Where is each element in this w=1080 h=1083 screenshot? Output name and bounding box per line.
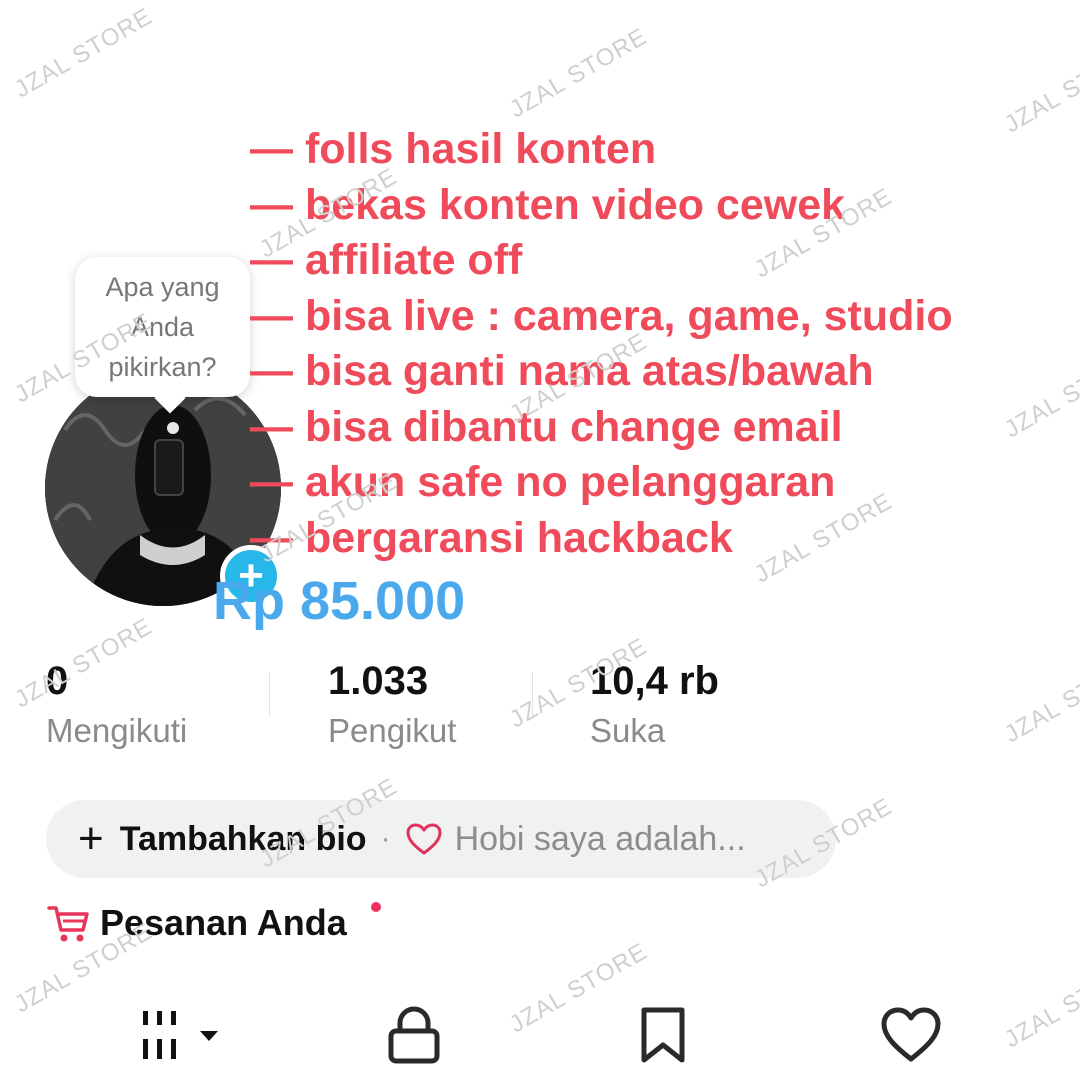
thought-bubble-text: Apa yang Anda pikirkan? xyxy=(105,272,220,382)
feature-item: — folls hasil konten xyxy=(250,125,657,173)
your-orders-label: Pesanan Anda xyxy=(100,902,347,943)
watermark: JZAL STORE xyxy=(1000,952,1080,1054)
stat-followers-value: 1.033 xyxy=(328,659,429,703)
tab-saved[interactable] xyxy=(638,1005,688,1065)
notification-dot xyxy=(371,902,381,912)
profile-screen: JZAL STORE JZAL STORE JZAL STORE JZAL ST… xyxy=(0,0,1080,1083)
stat-likes-value: 10,4 rb xyxy=(590,659,719,703)
watermark: JZAL STORE xyxy=(505,22,652,124)
feature-item: — bisa live : camera, game, studio xyxy=(250,291,953,340)
add-bio-button[interactable]: Tambahkan bio xyxy=(120,820,367,859)
stat-likes[interactable]: 10,4 rb Suka xyxy=(590,655,719,753)
feature-item: — bisa ganti nama atas/bawah xyxy=(250,347,874,395)
watermark: JZAL STORE xyxy=(1000,647,1080,749)
tab-private[interactable] xyxy=(386,1005,442,1065)
stat-divider xyxy=(269,672,270,716)
stat-likes-label: Suka xyxy=(590,712,666,749)
heart-icon xyxy=(406,823,442,855)
feature-item: — akun safe no pelanggaran xyxy=(250,458,836,506)
bio-separator: · xyxy=(380,822,391,855)
cart-icon xyxy=(47,906,89,942)
stat-following-value: 0 xyxy=(46,659,69,703)
stat-following[interactable]: 0 Mengikuti xyxy=(46,655,187,753)
your-orders-link[interactable]: Pesanan Anda xyxy=(46,900,381,946)
bio-bar[interactable]: + Tambahkan bio · Hobi saya adalah... xyxy=(46,800,836,878)
feature-item: — bergaransi hackback xyxy=(250,513,733,562)
feature-item: — affiliate off xyxy=(250,236,523,284)
tab-videos[interactable] xyxy=(140,1005,220,1065)
price-label: Rp 85.000 xyxy=(213,571,466,631)
bookmark-icon xyxy=(641,1007,685,1063)
watermark: JZAL STORE xyxy=(1000,342,1080,444)
stat-followers-label: Pengikut xyxy=(328,712,457,749)
watermark: JZAL STORE xyxy=(505,937,652,1039)
heart-icon xyxy=(881,1007,941,1062)
feature-list: — folls hasil konten — bekas konten vide… xyxy=(250,122,953,566)
stat-followers[interactable]: 1.033 Pengikut xyxy=(328,655,456,753)
watermark: JZAL STORE xyxy=(1000,37,1080,139)
hobby-hint[interactable]: Hobi saya adalah... xyxy=(455,820,746,859)
grid-icon xyxy=(143,1011,218,1059)
lock-icon xyxy=(388,1006,440,1064)
tab-liked[interactable] xyxy=(880,1005,942,1065)
stat-divider xyxy=(532,672,533,716)
feature-item: — bisa dibantu change email xyxy=(250,402,843,451)
chevron-down-icon xyxy=(200,1031,218,1041)
watermark: JZAL STORE xyxy=(10,2,157,104)
plus-icon: + xyxy=(78,814,104,863)
stat-following-label: Mengikuti xyxy=(46,712,188,749)
feature-item: — bekas konten video cewek xyxy=(250,180,846,229)
thought-bubble[interactable]: Apa yang Anda pikirkan? xyxy=(75,257,250,397)
